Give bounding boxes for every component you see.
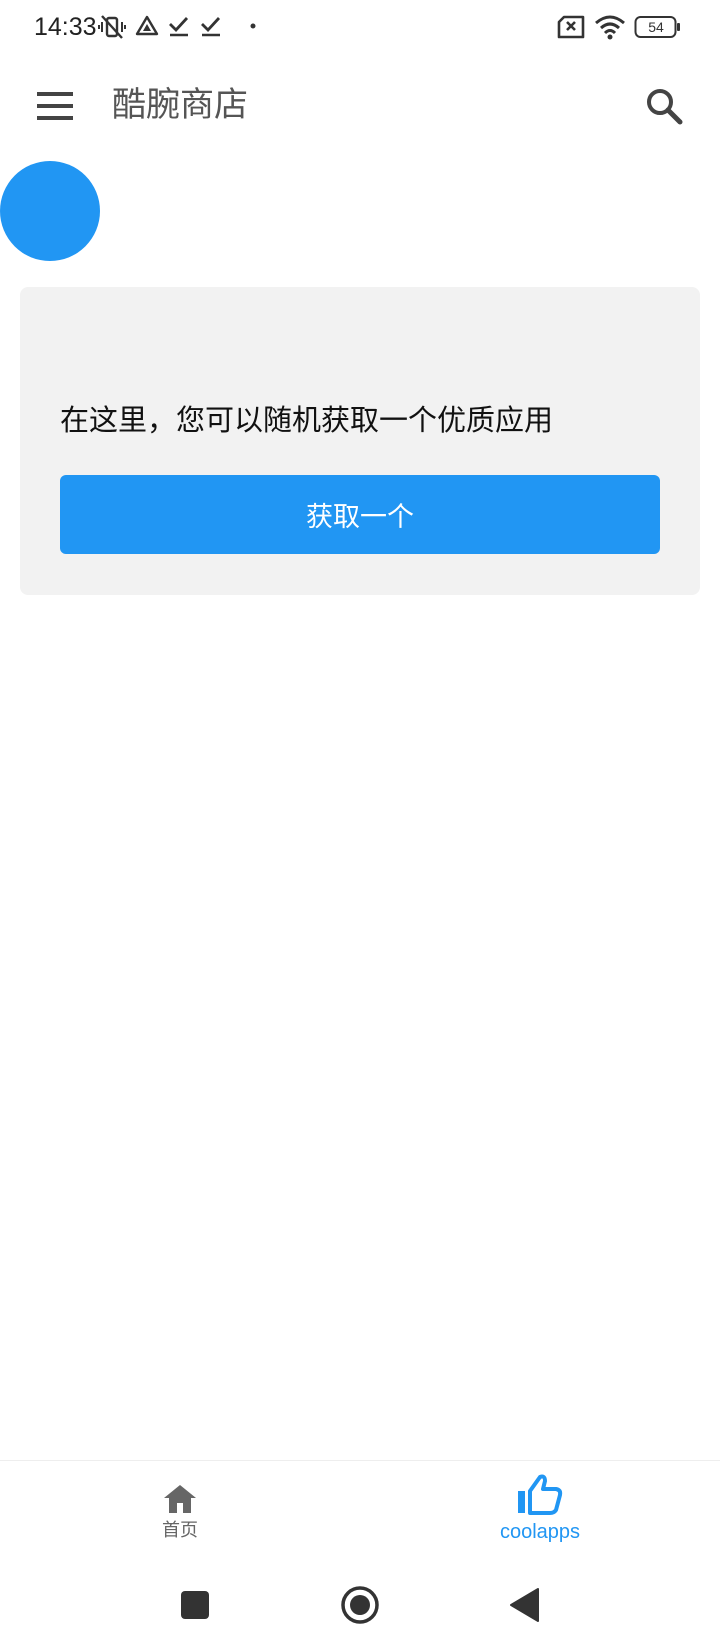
nav-label-coolapps: coolapps	[499, 1521, 581, 1543]
thumbs-up-icon	[518, 1474, 563, 1515]
menu-icon	[37, 92, 73, 120]
recent-apps-button[interactable]	[180, 1590, 210, 1620]
card-description: 在这里，您可以随机获取一个优质应用	[60, 403, 554, 437]
back-button[interactable]	[508, 1587, 540, 1623]
bottom-navigation: 首页 coolapps	[0, 1460, 720, 1566]
get-one-button-label: 获取一个	[306, 502, 414, 533]
system-navigation-bar	[0, 1565, 720, 1650]
home-button[interactable]	[340, 1585, 380, 1625]
drive-icon	[135, 15, 159, 36]
app-title: 酷腕商店	[112, 85, 248, 125]
no-sim-icon	[557, 15, 585, 39]
menu-button[interactable]	[26, 76, 86, 136]
random-app-card: 在这里，您可以随机获取一个优质应用 获取一个	[20, 287, 700, 595]
get-one-button[interactable]: 获取一个	[60, 475, 660, 554]
status-time: 14:33	[34, 13, 97, 41]
nav-item-home[interactable]: 首页	[90, 1461, 270, 1566]
check-icon	[201, 17, 221, 37]
check-icon	[169, 17, 189, 37]
status-bar: 14:33 54	[0, 0, 720, 54]
avatar[interactable]	[0, 161, 100, 261]
battery-level: 54	[648, 19, 664, 35]
nav-label-home: 首页	[162, 1520, 198, 1541]
search-icon	[647, 89, 683, 125]
wifi-icon	[595, 15, 625, 40]
search-button[interactable]	[634, 76, 694, 136]
screen: 14:33 54 酷腕商店 在这里，您可以随机获取一个优质应用 获取一个 首页 …	[0, 0, 720, 1650]
vibrate-off-icon	[98, 15, 126, 39]
home-icon	[164, 1485, 196, 1513]
dot-icon	[250, 23, 256, 29]
app-bar: 酷腕商店	[0, 54, 720, 158]
nav-item-coolapps[interactable]: coolapps	[450, 1461, 630, 1566]
